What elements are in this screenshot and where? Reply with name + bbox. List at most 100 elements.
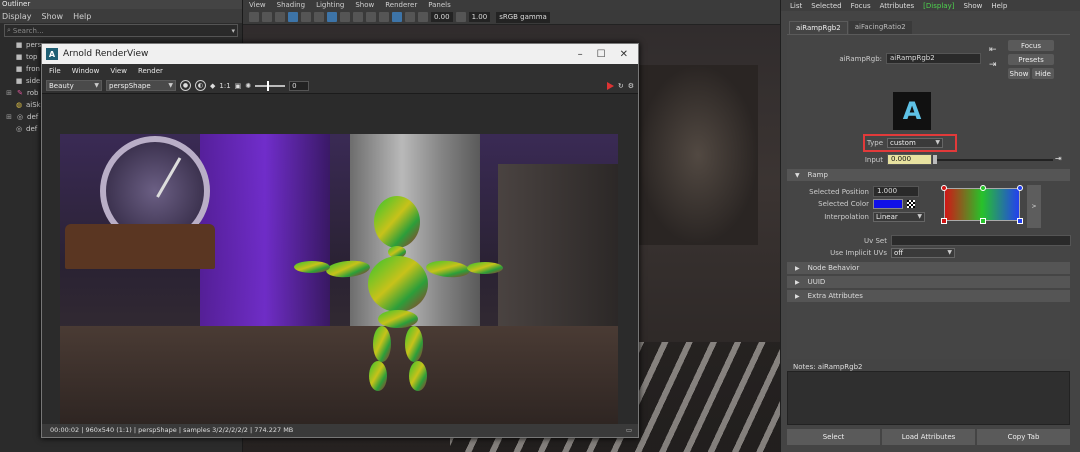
renderview-menu-render[interactable]: Render [138, 67, 163, 75]
select-button[interactable]: Select [787, 429, 880, 445]
copy-tab-button[interactable]: Copy Tab [977, 429, 1070, 445]
renderview-titlebar[interactable]: A Arnold RenderView – ☐ ✕ [42, 44, 638, 64]
input-connection-icon[interactable]: ⇤ [989, 45, 997, 55]
input-field[interactable]: 0.000 [887, 154, 932, 165]
color-ramp[interactable] [944, 188, 1020, 221]
frame-icon[interactable]: ▣ [235, 82, 242, 90]
uvset-field[interactable] [891, 235, 1071, 246]
renderview-menu-file[interactable]: File [49, 67, 61, 75]
wireframe-icon[interactable] [288, 12, 298, 22]
shadows-icon[interactable] [340, 12, 350, 22]
chevron-down-icon: ▼ [168, 82, 173, 89]
gamma-icon[interactable] [455, 12, 466, 22]
type-select[interactable]: custom ▼ [887, 138, 943, 148]
texture-icon[interactable] [314, 12, 324, 22]
implicit-uv-select[interactable]: off ▼ [891, 248, 955, 258]
expand-icon[interactable]: ⊞ [5, 113, 13, 121]
node-name-field[interactable]: aiRampRgb2 [886, 53, 981, 64]
ramp-delete-red[interactable] [941, 218, 947, 224]
snapshot-icon[interactable]: ▭ [626, 424, 632, 437]
viewport-menu-show[interactable]: Show [355, 1, 374, 9]
ae-menu-focus[interactable]: Focus [851, 2, 871, 10]
channel-icon[interactable]: ● [180, 80, 191, 91]
viewport-menu-renderer[interactable]: Renderer [385, 1, 417, 9]
color-correct-icon[interactable]: ◆ [210, 82, 215, 90]
renderview-menu-view[interactable]: View [110, 67, 127, 75]
outliner-menu-help[interactable]: Help [73, 12, 91, 21]
ramp-delete-green[interactable] [980, 218, 986, 224]
tab-aifacingratio2[interactable]: aiFacingRatio2 [848, 21, 912, 34]
xray-icon[interactable] [392, 12, 402, 22]
exposure-icon[interactable] [418, 12, 428, 22]
chevron-down-icon[interactable]: ▾ [231, 27, 235, 35]
color-space-select[interactable]: sRGB gamma [496, 11, 550, 23]
section-node-behavior[interactable]: ▶ Node Behavior [787, 262, 1070, 274]
ramp-delete-blue[interactable] [1017, 218, 1023, 224]
viewport-menu-view[interactable]: View [249, 1, 266, 9]
ramp-expand-button[interactable]: > [1027, 185, 1041, 228]
ae-menu-display[interactable]: [Display] [923, 2, 954, 10]
outliner-menu-display[interactable]: Display [2, 12, 32, 21]
ao-icon[interactable] [353, 12, 363, 22]
close-icon[interactable]: ✕ [620, 49, 628, 60]
selected-color-swatch[interactable] [873, 199, 903, 209]
attribute-editor-body: aiRampRgb: aiRampRgb2 ⇤ ⇥ Focus Presets … [787, 34, 1071, 359]
rgb-icon[interactable]: ◐ [195, 80, 206, 91]
refresh-icon[interactable]: ↻ [618, 82, 624, 90]
show-button[interactable]: Show [1008, 68, 1030, 79]
section-ramp[interactable]: ▼ Ramp [787, 169, 1070, 181]
selected-position-row: Selected Position 1.000 [797, 186, 919, 197]
camera-select[interactable]: perspShape ▼ [106, 80, 176, 91]
isolate-icon[interactable] [379, 12, 389, 22]
outliner-search-input[interactable]: ⌕ Search... ▾ [4, 24, 238, 37]
input-slider-handle[interactable] [933, 155, 937, 164]
output-connection-icon[interactable]: ⇥ [989, 60, 997, 70]
render-canvas[interactable] [42, 94, 638, 426]
minimize-icon[interactable]: – [578, 49, 583, 60]
smooth-shade-icon[interactable] [301, 12, 311, 22]
gamma-field[interactable]: 1.00 [468, 12, 491, 22]
ramp-handle-green[interactable] [980, 185, 986, 191]
gear-icon[interactable]: ⚙ [628, 82, 634, 90]
viewport-menu-lighting[interactable]: Lighting [316, 1, 344, 9]
aov-select[interactable]: Beauty ▼ [46, 80, 102, 91]
camera-icon[interactable] [249, 12, 259, 22]
bookmark-icon[interactable] [262, 12, 272, 22]
ae-menu-selected[interactable]: Selected [811, 2, 841, 10]
renderview-menu-window[interactable]: Window [72, 67, 100, 75]
notes-textarea[interactable] [787, 371, 1070, 425]
xray-joints-icon[interactable] [405, 12, 415, 22]
input-slider-track[interactable] [933, 159, 1053, 161]
aa-icon[interactable] [366, 12, 376, 22]
ramp-handle-red[interactable] [941, 185, 947, 191]
focus-button[interactable]: Focus [1008, 40, 1054, 51]
ae-menu-attributes[interactable]: Attributes [880, 2, 915, 10]
expand-icon[interactable]: ⊞ [5, 89, 13, 97]
map-button-icon[interactable]: ⇥ [1055, 154, 1062, 163]
ae-menu-help[interactable]: Help [991, 2, 1007, 10]
ae-menu-show[interactable]: Show [963, 2, 982, 10]
tab-airamprgb2[interactable]: aiRampRgb2 [789, 21, 848, 34]
camera-icon: ■ [15, 77, 23, 85]
exposure-input[interactable]: 0 [289, 80, 310, 91]
zoom-ratio[interactable]: 1:1 [219, 82, 230, 90]
section-uuid[interactable]: ▶ UUID [787, 276, 1070, 288]
outliner-menu-show[interactable]: Show [42, 12, 64, 21]
grid-icon[interactable] [275, 12, 285, 22]
viewport-menu-shading[interactable]: Shading [277, 1, 305, 9]
checker-icon[interactable] [907, 200, 915, 208]
interpolation-select[interactable]: Linear ▼ [873, 212, 925, 222]
section-extra-attributes[interactable]: ▶ Extra Attributes [787, 290, 1070, 302]
exposure-slider[interactable] [255, 80, 286, 91]
load-attributes-button[interactable]: Load Attributes [882, 429, 975, 445]
viewport-menu-panels[interactable]: Panels [428, 1, 451, 9]
selected-position-field[interactable]: 1.000 [873, 186, 919, 197]
lights-icon[interactable] [327, 12, 337, 22]
hide-button[interactable]: Hide [1032, 68, 1054, 79]
play-icon[interactable] [606, 81, 614, 90]
ramp-handle-blue[interactable] [1017, 185, 1023, 191]
ae-menu-list[interactable]: List [790, 2, 802, 10]
presets-button[interactable]: Presets [1008, 54, 1054, 65]
maximize-icon[interactable]: ☐ [597, 49, 606, 60]
exposure-field[interactable]: 0.00 [431, 12, 453, 22]
